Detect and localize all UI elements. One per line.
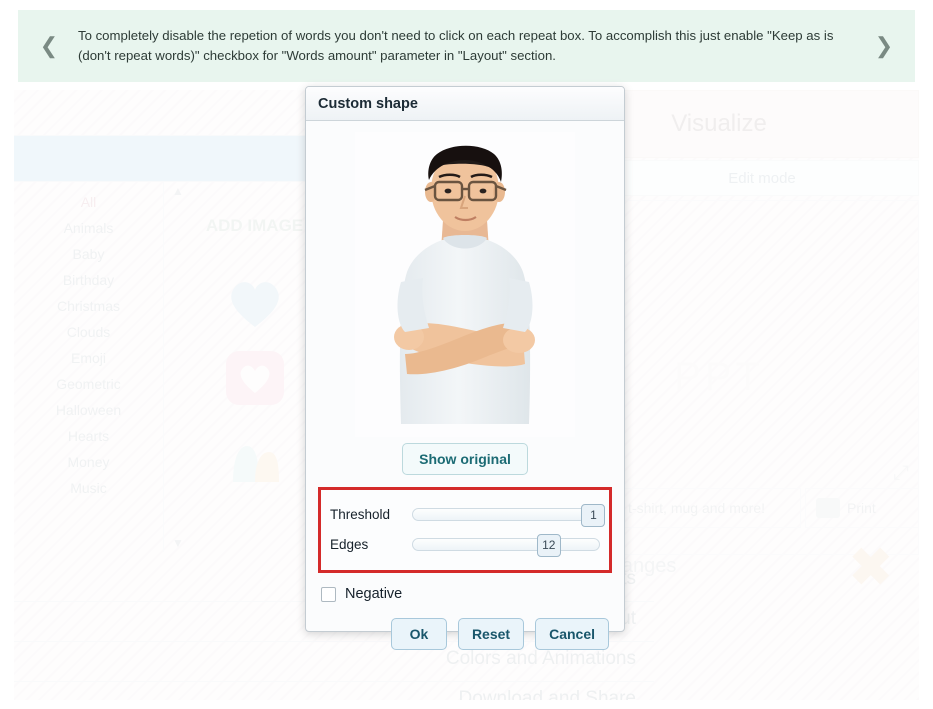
threshold-slider-handle[interactable]: 1: [581, 503, 606, 527]
shape-preview: [318, 127, 612, 437]
bg-category-item: Clouds: [66, 324, 111, 340]
tip-text: To completely disable the repetion of wo…: [78, 27, 834, 63]
bg-category-list: All Animals Baby Birthday Christmas Clou…: [14, 182, 164, 552]
threshold-edges-group: Threshold 1 Edges 12: [318, 487, 612, 573]
rounded-square-heart-icon: [225, 351, 284, 405]
expand-icon: ⤢: [893, 462, 909, 484]
bg-edit-mode-tab: Edit mode: [728, 169, 796, 187]
bg-print-button: Print: [805, 488, 919, 528]
dialog-button-bar: Ok Reset Cancel: [318, 618, 612, 650]
edges-slider-row: Edges 12: [330, 529, 600, 559]
bg-category-item: Birthday: [62, 272, 115, 288]
bg-section-label: Colors and Animations: [445, 647, 636, 669]
bg-category-item: Animals: [63, 220, 114, 236]
dialog-title: Custom shape: [318, 95, 418, 112]
cancel-button[interactable]: Cancel: [535, 618, 609, 650]
bg-category-item: All: [80, 194, 97, 210]
bg-section-download: Download and Share: [14, 676, 654, 701]
bg-print-label: Print: [847, 500, 876, 516]
bg-category-item: Halloween: [55, 402, 122, 418]
bg-category-item: Christmas: [56, 298, 120, 314]
scroll-down-icon: ▼: [172, 536, 184, 550]
threshold-slider-track[interactable]: 1: [412, 503, 606, 527]
ok-button[interactable]: Ok: [390, 618, 447, 650]
bg-category-item: Emoji: [70, 350, 106, 366]
bg-category-item: Baby: [72, 246, 105, 262]
scroll-up-icon: ▲: [172, 184, 184, 198]
chevron-right-icon[interactable]: ❯: [871, 35, 897, 57]
dialog-titlebar: Custom shape: [306, 87, 624, 121]
reset-button[interactable]: Reset: [457, 618, 525, 650]
close-x-icon: ✖: [849, 539, 893, 597]
threshold-label: Threshold: [330, 506, 391, 522]
chevron-left-icon[interactable]: ❮: [36, 35, 62, 57]
app-root: ❮ To completely disable the repetion of …: [0, 0, 933, 709]
bg-category-item: Geometric: [56, 376, 121, 392]
edges-label: Edges: [330, 536, 369, 552]
show-original-button[interactable]: Show original: [402, 443, 528, 475]
threshold-slider-row: Threshold 1: [330, 499, 606, 529]
edges-slider-track[interactable]: 12: [412, 533, 600, 557]
cat-silhouette-icon: [232, 446, 279, 482]
negative-checkbox[interactable]: [321, 586, 336, 602]
printer-icon: [816, 498, 840, 518]
dialog-body: Show original Threshold 1 Edges 12 Negat…: [306, 121, 624, 650]
show-original-row: Show original: [318, 443, 612, 475]
heart-icon: [230, 282, 279, 327]
negative-row: Negative: [318, 586, 612, 602]
custom-shape-dialog: Custom shape Show original Threshold 1 E…: [305, 86, 625, 650]
bg-section-label: Download and Share: [458, 687, 636, 701]
bg-category-item: Hearts: [67, 428, 110, 444]
negative-label: Negative: [345, 586, 403, 602]
portrait-preview-image: [355, 132, 575, 437]
edges-slider-handle[interactable]: 12: [536, 533, 561, 557]
tip-banner: ❮ To completely disable the repetion of …: [18, 10, 915, 82]
bg-category-item: Music: [70, 480, 107, 496]
bg-category-item: Money: [67, 454, 110, 470]
